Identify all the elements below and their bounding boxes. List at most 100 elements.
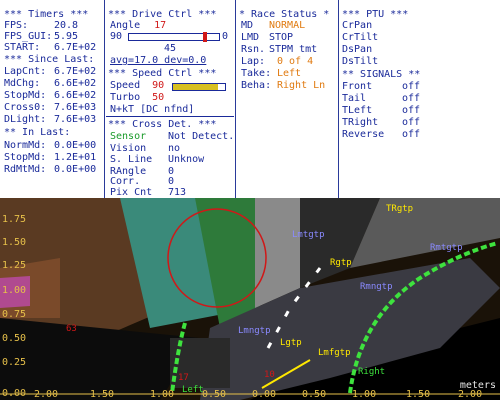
- marker-number: 17: [178, 373, 189, 383]
- cross-value: 713: [168, 187, 187, 198]
- race-reason-value: STPM tmt: [269, 44, 318, 55]
- signal-label: Reverse: [342, 129, 385, 140]
- signal-row: TRight off: [342, 117, 420, 128]
- ptu-item: DsPan: [342, 44, 373, 55]
- timer-label: START:: [4, 42, 41, 53]
- lane-label-right: Right: [358, 367, 386, 377]
- angle-label: Angle: [110, 20, 141, 31]
- marker-number: 10: [264, 370, 275, 380]
- signal-row: TLeft off: [342, 105, 420, 116]
- race-row: Rsn. STPM tmt: [241, 44, 317, 55]
- speed-label: Speed: [110, 80, 141, 91]
- in-last-value: 0.0E+00: [54, 164, 97, 175]
- marker-label: Lmfgtp: [318, 348, 351, 358]
- cross-value: no: [168, 143, 181, 154]
- timer-value: 5.95: [54, 31, 79, 42]
- since-value: 6.6E+02: [54, 78, 97, 89]
- column-divider: [235, 0, 236, 198]
- signal-value: off: [402, 105, 421, 116]
- race-status-panel: * Race Status * MD NORMAL LMD STOP Rsn. …: [237, 0, 337, 198]
- timer-label: FPS_GUI:: [4, 31, 53, 42]
- timer-value: 6.7E+02: [54, 42, 97, 53]
- turbo-value: 50: [152, 92, 165, 103]
- race-label: MD: [241, 20, 254, 31]
- axis-unit-label: meters: [459, 380, 496, 391]
- in-last-value: 1.2E+01: [54, 152, 97, 163]
- cross-value: Not Detect.: [168, 131, 235, 142]
- speed-bar-fill: [173, 84, 218, 90]
- camera-scene: [0, 198, 500, 400]
- speed-row: Speed 90: [110, 80, 164, 91]
- cross-label: Vision: [110, 143, 147, 154]
- in-last-title: ** In Last:: [4, 127, 71, 138]
- turbo-row: Turbo 50: [110, 92, 164, 103]
- speed-ctrl-title: *** Speed Ctrl ***: [108, 68, 217, 79]
- in-last-row: RdMtMd: 0.0E+00: [4, 164, 100, 175]
- since-row: MdChg: 6.6E+02: [4, 78, 100, 89]
- signal-label: TRight: [342, 117, 379, 128]
- race-label: Rsn.: [241, 44, 266, 55]
- race-behavior-value: Right Ln: [277, 80, 326, 91]
- y-tick-label: 0.00: [2, 388, 27, 399]
- marker-label: Lmtgtp: [292, 230, 325, 240]
- race-lmd-value: STOP: [269, 32, 294, 43]
- y-tick-label: 1.25: [2, 260, 27, 271]
- since-label: StopMd:: [4, 90, 47, 101]
- since-label: DLight:: [4, 114, 47, 125]
- race-label: Lap:: [241, 56, 266, 67]
- race-row: MD NORMAL: [241, 20, 305, 31]
- speed-bar: [172, 83, 226, 91]
- cross-value: Unknow: [168, 154, 205, 165]
- cross-label: Sensor: [110, 131, 147, 142]
- marker-label: Lgtp: [280, 338, 302, 348]
- since-value: 7.6E+03: [54, 102, 97, 113]
- angle-avg-dev: avg=17.0 dev=0.0: [110, 55, 207, 66]
- ptu-item: CrTilt: [342, 32, 379, 43]
- marker-label: Rmtgtp: [430, 243, 463, 253]
- angle-slider-thumb[interactable]: [203, 32, 207, 42]
- cross-row: Corr. 0: [110, 176, 174, 187]
- x-tick-label: 0.50: [202, 389, 227, 400]
- camera-view: 1.75 1.50 1.25 1.00 0.75 0.50 0.25 0.00 …: [0, 198, 500, 400]
- angle-center-value: 45: [164, 43, 177, 54]
- in-last-label: StopMd:: [4, 152, 47, 163]
- y-tick-label: 0.50: [2, 333, 27, 344]
- cross-row: Pix Cnt 713: [110, 187, 186, 198]
- marker-number: 63: [66, 324, 77, 334]
- angle-range-min: 90: [110, 31, 123, 42]
- x-tick-label: -1.00: [346, 389, 377, 400]
- angle-slider[interactable]: [128, 32, 220, 42]
- cross-label: Pix Cnt: [110, 187, 153, 198]
- y-tick-label: 1.00: [2, 285, 27, 296]
- turbo-label: Turbo: [110, 92, 141, 103]
- since-row: DLight: 7.6E+03: [4, 114, 100, 125]
- marker-label: Lmngtp: [238, 326, 271, 336]
- race-status-title: * Race Status *: [239, 9, 330, 20]
- x-tick-label: -0.50: [296, 389, 327, 400]
- lane-label-left: Left: [182, 385, 204, 395]
- since-label: LapCnt:: [4, 66, 47, 77]
- cross-row: Vision no: [110, 143, 180, 154]
- cross-label: S. Line: [110, 154, 153, 165]
- y-tick-label: 0.25: [2, 357, 27, 368]
- speed-value: 90: [152, 80, 165, 91]
- since-label: Cross0:: [4, 102, 47, 113]
- in-last-row: NormMd: 0.0E+00: [4, 140, 100, 151]
- timers-panel: *** Timers *** FPS: 20.8 FPS_GUI: 5.95 S…: [0, 0, 102, 198]
- ptu-item: CrPan: [342, 20, 373, 31]
- race-label: Beha:: [241, 80, 272, 91]
- angle-range-max: 0: [222, 31, 229, 42]
- x-tick-label: -1.50: [400, 389, 431, 400]
- ptu-panel: *** PTU *** CrPan CrTilt DsPan DsTilt **…: [340, 0, 498, 198]
- cross-value: 0: [168, 176, 175, 187]
- since-value: 6.7E+02: [54, 66, 97, 77]
- cross-row: S. Line Unknow: [110, 154, 204, 165]
- signal-value: off: [402, 129, 421, 140]
- in-last-value: 0.0E+00: [54, 140, 97, 151]
- timers-title: *** Timers ***: [4, 9, 89, 20]
- angle-value: 17: [154, 20, 167, 31]
- signal-label: TLeft: [342, 105, 373, 116]
- timers-row: START: 6.7E+02: [4, 42, 100, 53]
- signal-row: Front off: [342, 81, 420, 92]
- drive-divider: [106, 116, 234, 117]
